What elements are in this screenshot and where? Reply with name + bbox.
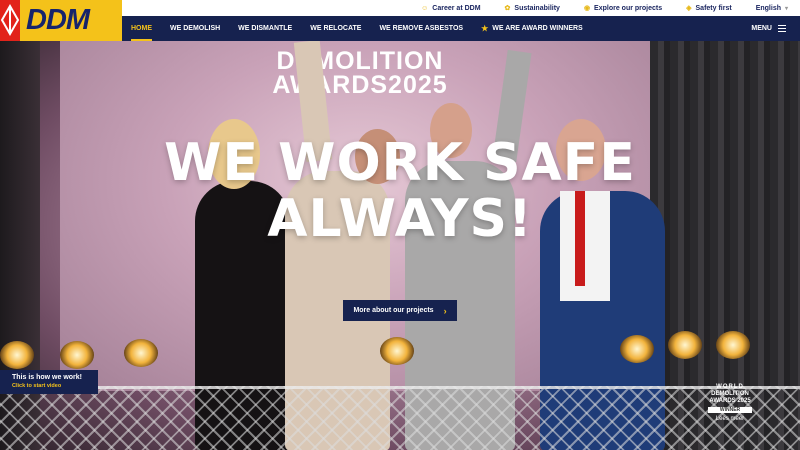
logo-text: DDM — [26, 4, 90, 36]
award-badge[interactable]: WORLD DEMOLITION AWARDS 2025 WINNER Lees… — [702, 384, 758, 426]
nav-award-winners[interactable]: ★ WE ARE AWARD WINNERS — [472, 16, 592, 41]
projects-link-label: Explore our projects — [594, 4, 663, 12]
chevron-down-icon: ▾ — [784, 5, 788, 12]
backdrop-line-1: DEMOLITION — [276, 47, 444, 75]
badge-read-more: Lees meer — [715, 416, 745, 422]
nav-we-remove-asbestos[interactable]: WE REMOVE ASBESTOS — [370, 16, 472, 41]
chevron-right-icon: › — [443, 305, 447, 316]
utility-bar: ☺ Career at DDM ✿ Sustainability ◉ Explo… — [122, 0, 800, 16]
hero-headline: WE WORK SAFE ALWAYS! — [0, 135, 800, 247]
stage-light — [668, 331, 702, 359]
backdrop-awards-text: DEMOLITION AWARDS2025 — [250, 49, 470, 115]
hamburger-icon — [778, 23, 786, 34]
main-nav: HOME WE DEMOLISH WE DISMANTLE WE RELOCAT… — [122, 16, 800, 41]
nav-we-relocate[interactable]: WE RELOCATE — [301, 16, 370, 41]
stage-light — [60, 341, 94, 369]
ddm-logo-mark-icon — [0, 0, 20, 41]
nav-we-dismantle-label: WE DISMANTLE — [238, 25, 293, 32]
pin-icon: ◉ — [583, 5, 591, 12]
sustainability-link[interactable]: ✿ Sustainability — [493, 4, 572, 13]
badge-line-3: AWARDS 2025 — [709, 398, 751, 404]
trophy-icon: ★ — [481, 24, 489, 33]
stage-truss — [0, 386, 800, 450]
stage-light — [0, 341, 34, 369]
career-link[interactable]: ☺ Career at DDM — [409, 5, 492, 12]
menu-button[interactable]: MENU — [751, 16, 786, 41]
nav-home-label: HOME — [131, 25, 152, 32]
person-icon: ☺ — [421, 4, 429, 12]
projects-link[interactable]: ◉ Explore our projects — [572, 4, 674, 13]
nav-home[interactable]: HOME — [122, 16, 161, 41]
nav-we-relocate-label: WE RELOCATE — [310, 25, 362, 32]
badge-line-2: DEMOLITION — [711, 391, 749, 397]
nav-we-demolish-label: WE DEMOLISH — [170, 25, 221, 32]
video-teaser[interactable]: This is how we work! Click to start vide… — [0, 370, 98, 394]
badge-line-1: WORLD — [716, 384, 744, 390]
safety-link[interactable]: ◈ Safety first — [674, 4, 744, 13]
backdrop-line-2: AWARDS2025 — [272, 71, 448, 99]
projects-cta-button[interactable]: More about our projects › — [343, 300, 457, 321]
shield-icon: ◈ — [686, 5, 692, 12]
nav-we-remove-asbestos-label: WE REMOVE ASBESTOS — [379, 25, 464, 32]
video-subtitle: Click to start video — [12, 383, 62, 389]
language-selector[interactable]: English ▾ — [744, 5, 800, 12]
nav-award-winners-label: WE ARE AWARD WINNERS — [492, 25, 583, 32]
stage-light — [620, 335, 654, 363]
career-link-label: Career at DDM — [432, 4, 481, 12]
cta-label: More about our projects — [353, 307, 434, 314]
headline-line-1: WE WORK SAFE — [164, 133, 636, 193]
video-title: This is how we work! — [12, 374, 83, 381]
badge-line-4: WINNER — [708, 407, 752, 413]
language-label: English — [755, 4, 781, 12]
sustainability-link-label: Sustainability — [514, 4, 560, 12]
stage-light — [716, 331, 750, 359]
stage-light — [124, 339, 158, 367]
menu-label: MENU — [751, 25, 772, 32]
ddm-logo[interactable]: DDM — [0, 0, 122, 41]
headline-line-2: ALWAYS! — [267, 189, 533, 249]
nav-we-dismantle[interactable]: WE DISMANTLE — [229, 16, 301, 41]
stage-light — [380, 337, 414, 365]
nav-we-demolish[interactable]: WE DEMOLISH — [161, 16, 229, 41]
leaf-icon: ✿ — [504, 5, 511, 12]
safety-link-label: Safety first — [695, 4, 732, 12]
